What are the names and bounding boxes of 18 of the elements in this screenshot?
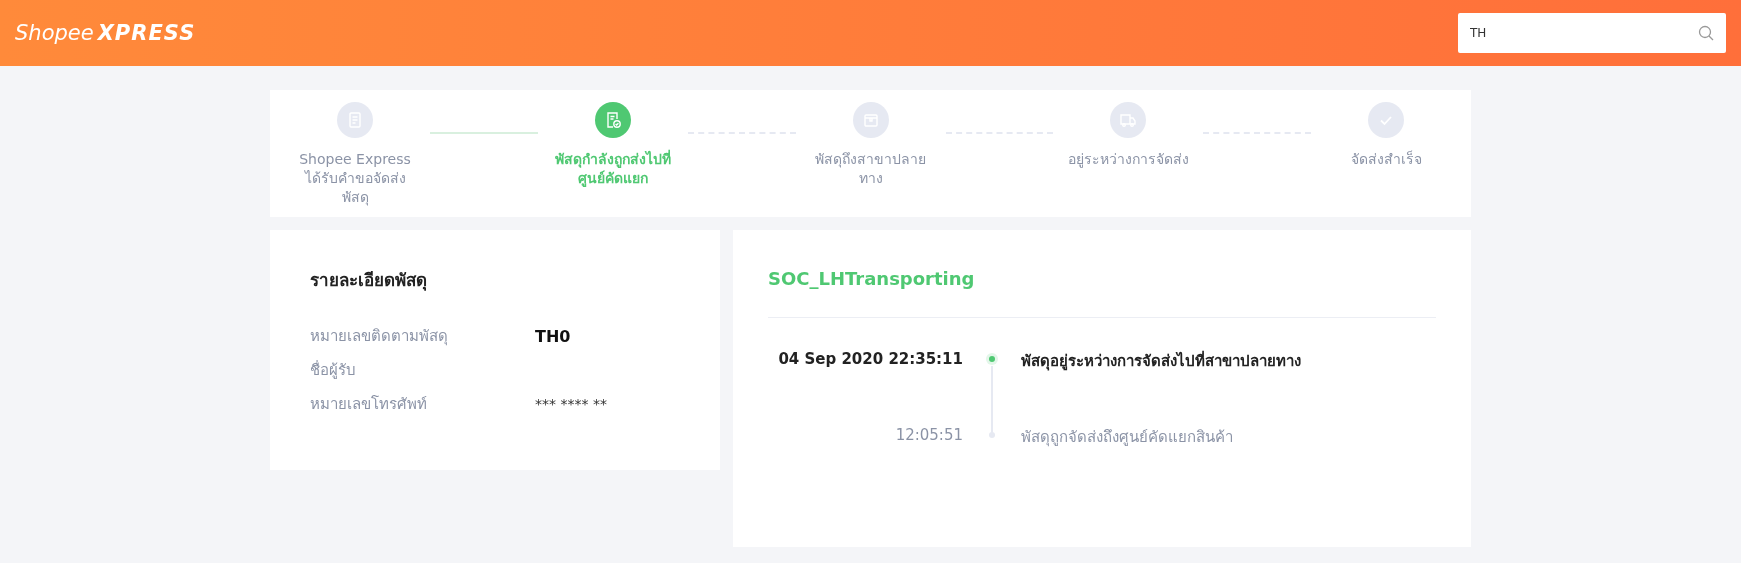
event-description: พัสดุถูกจัดส่งถึงศูนย์คัดแยกสินค้า <box>1021 427 1234 449</box>
step-label: จัดส่งสำเร็จ <box>1349 150 1423 169</box>
search-field[interactable]: TH <box>1458 13 1726 53</box>
step-label: Shopee Express ได้รับคำขอจัดส่งพัสดุ <box>298 150 412 207</box>
step-label: พัสดุถึงสาขาปลายทาง <box>814 150 927 188</box>
step-label: อยู่ระหว่างการจัดส่ง <box>1066 150 1190 169</box>
field-label: หมายเลขติดตามพัสดุ <box>310 326 449 348</box>
field-value: TH0 <box>535 326 571 346</box>
field-label: ชื่อผู้รับ <box>310 359 357 381</box>
field-label: หมายเลขโทรศัพท์ <box>310 394 428 415</box>
step-label: พัสดุกำลังถูกส่งไปที่ศูนย์คัดแยก <box>553 150 672 188</box>
event-time: 12:05:51 <box>894 426 963 446</box>
event-time: 04 Sep 2020 22:35:11 <box>777 350 963 370</box>
search-icon[interactable] <box>1698 25 1714 41</box>
section-title: รายละเอียดพัสดุ <box>310 269 428 293</box>
status-title: SOC_LHTransporting <box>768 268 976 289</box>
field-value: *** **** ** <box>535 396 607 412</box>
event-description: พัสดุอยู่ระหว่างการจัดส่งไปที่สาขาปลายทาง <box>1021 350 1302 373</box>
